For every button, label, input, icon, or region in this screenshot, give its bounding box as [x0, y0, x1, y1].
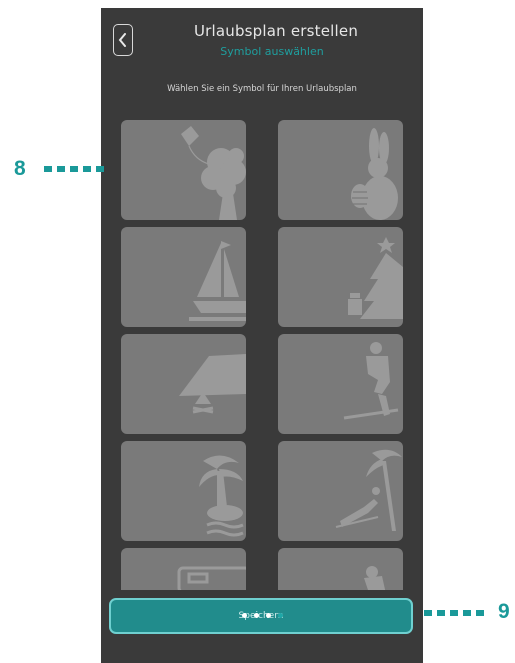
christmas-tree-icon: [348, 237, 403, 319]
symbol-tile-sailboat[interactable]: [121, 227, 246, 327]
page-title: Urlaubsplan erstellen: [193, 22, 359, 40]
symbol-tile-camper[interactable]: [121, 548, 246, 590]
symbol-tile-easter-bunny[interactable]: [278, 120, 403, 220]
callout-number-9: 9: [498, 600, 510, 623]
symbol-grid: [121, 120, 403, 590]
palm-island-icon: [199, 455, 244, 537]
symbol-tile-kite-tree[interactable]: [121, 120, 246, 220]
sailboat-icon: [189, 241, 246, 321]
symbol-tile-hiker[interactable]: [278, 548, 403, 590]
easter-bunny-icon: [351, 128, 398, 220]
camper-icon: [177, 566, 246, 590]
symbol-tile-beach-lounger[interactable]: [278, 441, 403, 541]
callout-dots-8: [44, 166, 104, 172]
page-subtitle: Symbol auswählen: [220, 45, 324, 58]
page-dot: [253, 613, 259, 618]
skier-icon: [343, 342, 399, 420]
symbol-tile-palm-island[interactable]: [121, 441, 246, 541]
symbol-tile-skier[interactable]: [278, 334, 403, 434]
callout-dots-9: [424, 610, 484, 616]
page-dot-active: [277, 613, 283, 618]
phone-screen: Urlaubsplan erstellen Symbol auswählen W…: [101, 8, 423, 663]
page-dot: [265, 613, 271, 618]
symbol-tile-christmas-tree[interactable]: [278, 227, 403, 327]
hiker-icon: [364, 566, 386, 590]
tent-icon: [179, 354, 246, 414]
callout-number-8: 8: [14, 157, 26, 180]
pagination-dots: [101, 613, 423, 623]
page-dot: [241, 613, 247, 618]
symbol-tile-tent[interactable]: [121, 334, 246, 434]
beach-lounger-icon: [335, 449, 402, 531]
kite-tree-icon: [181, 126, 246, 220]
instruction-text: Wählen Sie ein Symbol für Ihren Urlaubsp…: [167, 84, 357, 94]
